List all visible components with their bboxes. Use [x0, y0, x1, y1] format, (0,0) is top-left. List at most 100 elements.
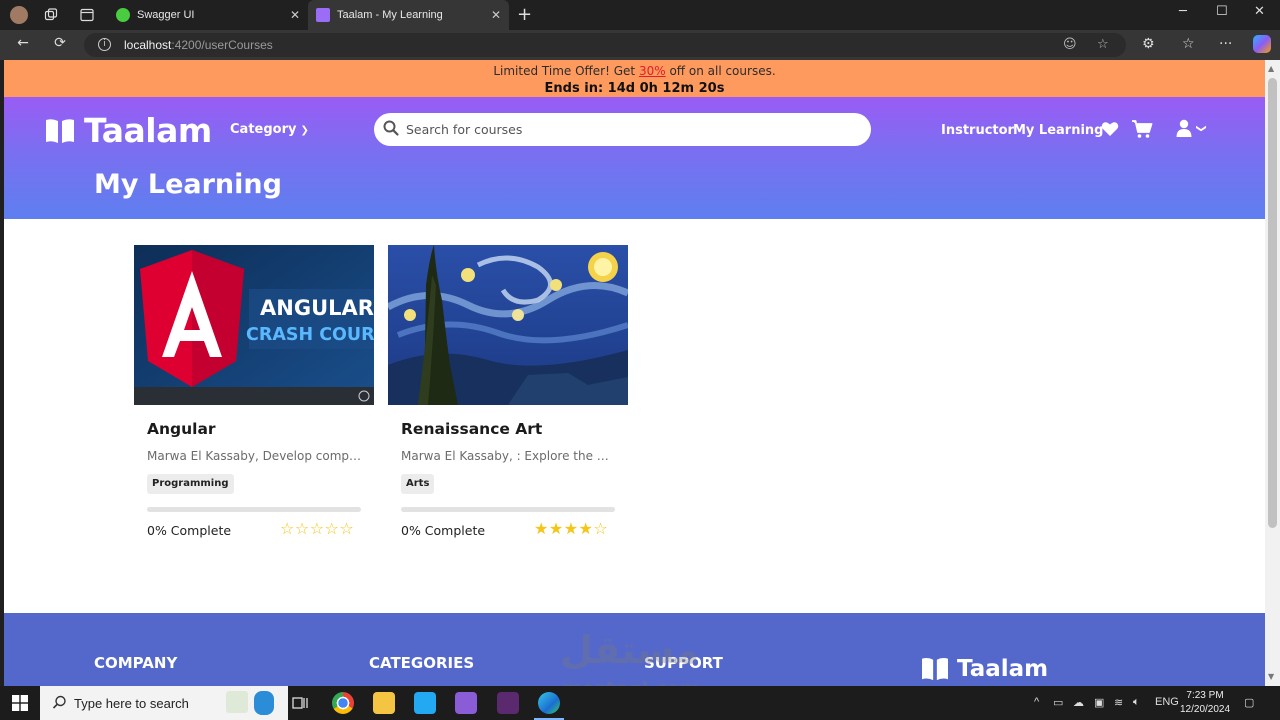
language-indicator[interactable]: ENG [1155, 696, 1179, 708]
taalam-favicon-icon [316, 8, 330, 22]
task-view-icon[interactable] [289, 692, 311, 714]
nav-my-learning[interactable]: My Learning [1013, 123, 1104, 138]
extensions-icon[interactable]: ⚙ [1142, 36, 1155, 52]
star-filled-icon[interactable]: ★ [534, 520, 548, 538]
course-card-angular[interactable]: ANGULAR CRASH COURSE Angular Marwa El Ka… [134, 245, 374, 545]
cart-icon[interactable] [1131, 119, 1153, 139]
star-empty-icon[interactable]: ☆ [325, 520, 339, 538]
profile-avatar[interactable] [8, 5, 30, 25]
edge-icon[interactable] [534, 692, 564, 720]
thumbnail-subtitle: CRASH COURSE [246, 325, 374, 345]
windows-start-icon[interactable] [12, 695, 28, 711]
clock-date: 12/20/2024 [1180, 704, 1231, 715]
scroll-up-icon[interactable]: ▲ [1268, 64, 1274, 73]
star-empty-icon[interactable]: ☆ [295, 520, 309, 538]
show-hidden-icons[interactable]: ^ [1034, 696, 1039, 708]
book-logo-icon [46, 118, 74, 143]
vscode-icon[interactable] [414, 692, 436, 714]
url-field[interactable]: i localhost:4200/userCourses ☺ ☆ [84, 33, 1126, 57]
progress-bar [401, 507, 615, 512]
angular-thumbnail-image: ANGULAR CRASH COURSE [134, 245, 374, 405]
refresh-icon[interactable]: ⟳ [50, 35, 70, 51]
footer-company-heading: COMPANY [94, 654, 178, 672]
onedrive-icon[interactable]: ☁ [1073, 696, 1084, 709]
star-empty-icon[interactable]: ☆ [310, 520, 324, 538]
star-empty-icon[interactable]: ☆ [280, 520, 294, 538]
search-highlight-icon[interactable] [226, 691, 248, 713]
scrollbar-thumb[interactable] [1268, 78, 1277, 528]
course-card-renaissance-art[interactable]: Renaissance Art Marwa El Kassaby, : Expl… [388, 245, 628, 545]
tab-swagger[interactable]: Swagger UI ✕ [108, 0, 308, 30]
chevron-down-icon: ❯ [300, 125, 309, 136]
scroll-down-icon[interactable]: ▼ [1268, 672, 1274, 681]
star-filled-icon[interactable]: ★ [549, 520, 563, 538]
page-scrollbar[interactable]: ▲ ▼ [1265, 60, 1280, 686]
course-description: Marwa El Kassaby, : Explore the m... [401, 449, 617, 463]
starry-night-thumbnail-image [388, 245, 628, 405]
course-thumbnail[interactable] [388, 245, 628, 405]
file-explorer-icon[interactable] [373, 692, 395, 714]
tab-actions-icon[interactable] [76, 5, 98, 25]
notifications-icon[interactable]: ▢ [1244, 696, 1254, 709]
taskbar-search-placeholder: Type here to search [74, 696, 189, 711]
terminal-icon[interactable] [497, 692, 519, 714]
tab-taalam[interactable]: Taalam - My Learning ✕ [308, 0, 509, 30]
workspaces-icon[interactable] [40, 5, 62, 25]
tab-label: Swagger UI [137, 9, 195, 21]
search-icon [52, 695, 66, 709]
course-title[interactable]: Angular [147, 420, 216, 438]
more-options-icon[interactable]: ··· [1219, 36, 1232, 52]
page-title: My Learning [94, 169, 282, 200]
address-bar: ← ⟳ i localhost:4200/userCourses ☺ ☆ [0, 30, 1280, 60]
site-info-icon[interactable]: i [98, 38, 111, 51]
url-text: localhost:4200/userCourses [124, 38, 273, 52]
close-tab-icon[interactable]: ✕ [290, 8, 300, 22]
network-status-icon[interactable]: ▭ [1053, 696, 1063, 709]
category-dropdown[interactable]: Category ❯ [230, 122, 309, 137]
course-thumbnail[interactable]: ANGULAR CRASH COURSE [134, 245, 374, 405]
star-empty-icon[interactable]: ☆ [593, 520, 607, 538]
course-search-box[interactable] [374, 113, 871, 146]
star-filled-icon[interactable]: ★ [564, 520, 578, 538]
back-icon[interactable]: ← [13, 35, 33, 51]
footer-logo[interactable]: Taalam [919, 656, 1048, 682]
course-title[interactable]: Renaissance Art [401, 420, 542, 438]
taskbar-clock[interactable]: 7:23 PM 12/20/2024 [1180, 689, 1230, 717]
volume-icon[interactable]: 🔈︎ [1133, 696, 1140, 709]
nav-instructor[interactable]: Instructor [941, 123, 1014, 138]
copilot-icon[interactable] [1253, 35, 1271, 53]
taskbar-search-box[interactable]: Type here to search [40, 686, 288, 720]
favorites-icon[interactable]: ☆ [1182, 36, 1195, 52]
visual-studio-icon[interactable] [455, 692, 477, 714]
footer-categories-heading: CATEGORIES [369, 654, 475, 672]
new-tab-button[interactable]: + [517, 4, 532, 25]
wishlist-heart-icon[interactable] [1101, 121, 1119, 137]
minimize-icon[interactable]: ─ [1179, 4, 1187, 19]
star-filled-icon[interactable]: ★ [579, 520, 593, 538]
chrome-icon[interactable] [332, 692, 354, 714]
course-category-badge: Programming [147, 474, 234, 494]
tracking-icon[interactable]: ☺ [1063, 37, 1077, 52]
promo-percent[interactable]: 30% [639, 64, 666, 78]
close-tab-icon[interactable]: ✕ [491, 8, 501, 22]
brand-logo[interactable]: Taalam [44, 111, 212, 150]
favorite-star-icon[interactable]: ☆ [1097, 37, 1109, 52]
footer-brand-name: Taalam [957, 656, 1049, 682]
wifi-icon[interactable]: ≋ [1114, 696, 1123, 709]
progress-bar [147, 507, 361, 512]
thumbnail-title: ANGULAR [260, 296, 374, 320]
user-icon [1176, 119, 1192, 137]
search-input[interactable] [406, 119, 856, 139]
maximize-icon[interactable]: ☐ [1216, 4, 1228, 19]
user-menu[interactable]: ❯ [1176, 119, 1207, 137]
progress-text: 0% Complete [147, 523, 232, 538]
battery-icon[interactable]: ▣ [1094, 696, 1104, 709]
close-window-icon[interactable]: ✕ [1254, 4, 1265, 19]
promo-banner: Limited Time Offer! Get 30% off on all c… [4, 60, 1265, 97]
rating-stars[interactable]: ☆ ☆ ☆ ☆ ☆ [280, 520, 354, 538]
chevron-down-icon: ❯ [1195, 123, 1207, 133]
promo-offer-text: Limited Time Offer! Get 30% off on all c… [493, 64, 776, 78]
header-hero: Taalam Category❯ Instructor My Learning [4, 97, 1265, 219]
rating-stars[interactable]: ★ ★ ★ ★ ☆ [534, 520, 608, 538]
star-empty-icon[interactable]: ☆ [339, 520, 353, 538]
